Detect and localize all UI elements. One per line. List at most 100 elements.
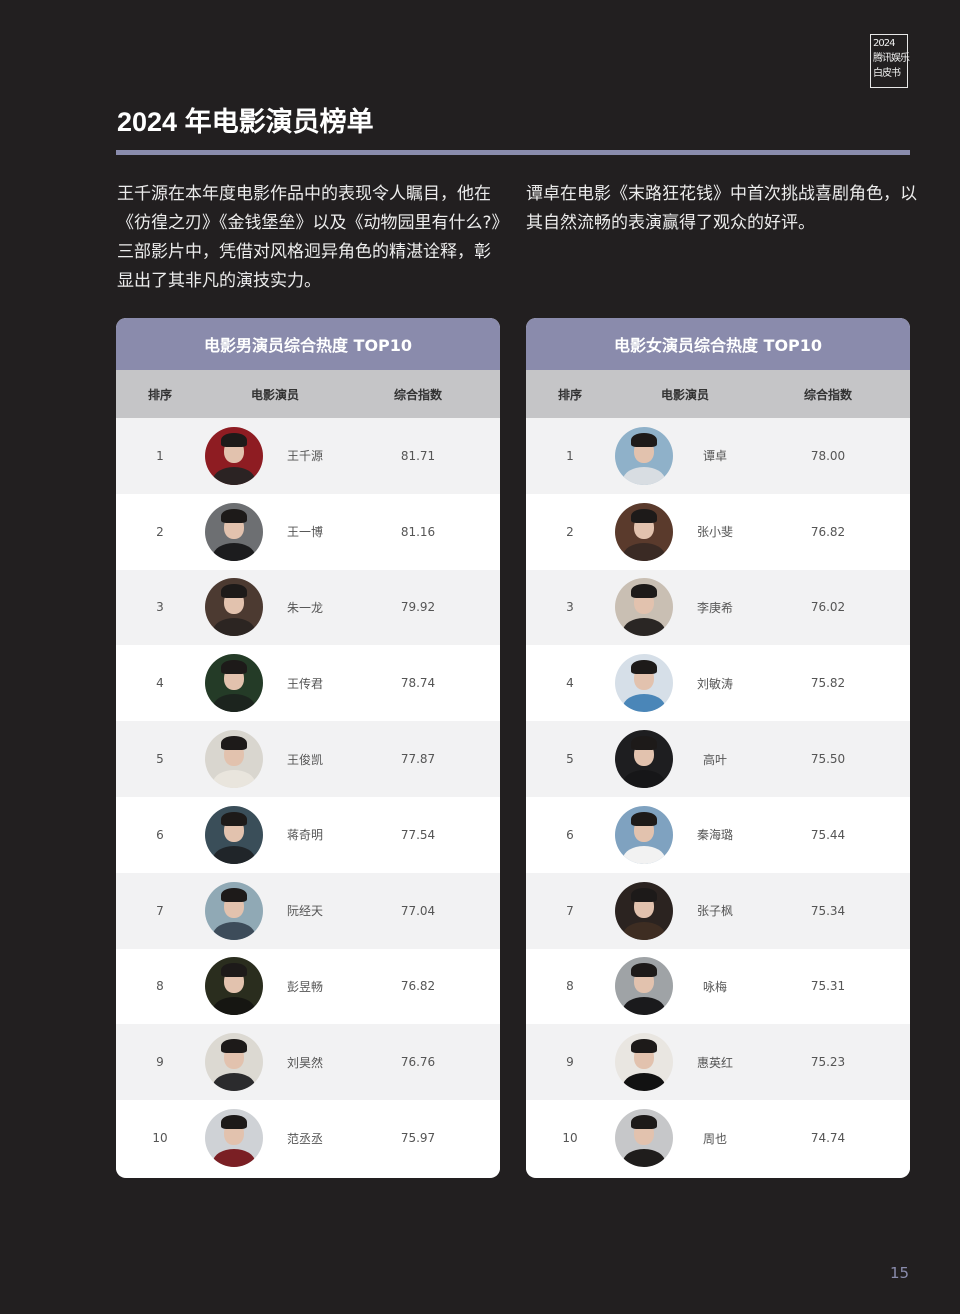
actor-name: 刘昊然	[286, 1055, 323, 1070]
female-ranking-table: 电影女演员综合热度 TOP10 排序 电影演员 综合指数 1 谭卓 78.00 2 张小…	[526, 318, 910, 1178]
avatar	[615, 426, 673, 485]
actor-name: 高叶	[702, 752, 727, 767]
actor-name: 彭昱畅	[286, 979, 323, 994]
rank-cell: 7	[156, 903, 164, 918]
actor-name: 蒋奇明	[286, 828, 323, 843]
score-cell: 75.31	[810, 979, 846, 994]
avatar	[615, 1109, 673, 1168]
table-row: 8 彭昱畅 76.82	[116, 948, 500, 1025]
score-cell: 78.74	[400, 676, 436, 691]
avatar	[205, 654, 263, 713]
rank-cell: 8	[156, 979, 164, 994]
rank-cell: 9	[156, 1055, 164, 1070]
avatar	[205, 1033, 263, 1092]
actor-name: 秦海璐	[696, 828, 733, 843]
avatar	[205, 881, 263, 940]
avatar	[615, 730, 673, 789]
rank-cell: 5	[156, 752, 164, 767]
logo-doc: 白皮书	[873, 68, 901, 79]
actor-name: 王传君	[286, 676, 323, 691]
avatar	[615, 654, 673, 713]
score-cell: 77.54	[400, 827, 436, 842]
score-cell: 81.16	[400, 524, 436, 539]
score-cell: 75.44	[810, 827, 846, 842]
table-row: 6 秦海璐 75.44	[526, 796, 910, 873]
rank-cell: 2	[156, 524, 164, 539]
column-rank: 排序	[557, 387, 582, 402]
table-row: 10 周也 74.74	[526, 1100, 910, 1176]
table-row: 2 张小斐 76.82	[526, 493, 910, 570]
table-row: 8 咏梅 75.31	[526, 948, 910, 1025]
score-cell: 76.76	[400, 1055, 436, 1070]
page-title: 2024 年电影演员榜单	[117, 107, 374, 137]
avatar	[205, 957, 263, 1016]
avatar	[205, 426, 263, 485]
avatar	[615, 957, 673, 1016]
actor-name: 阮经天	[286, 904, 323, 919]
title-divider	[116, 150, 910, 155]
intro-male-text: 王千源在本年度电影作品中的表现令人瞩目，他在《彷徨之刃》《金钱堡垒》以及《动物园…	[117, 184, 501, 291]
female-table-title: 电影女演员综合热度 TOP10	[526, 318, 910, 370]
avatar	[615, 805, 673, 864]
avatar	[205, 730, 263, 789]
logo-brand: 腾讯娱乐	[873, 53, 910, 64]
female-table-body: 1 谭卓 78.00 2 张小斐 76.82 3 李庚希 76.02 4 刘敏涛 75.82 5 高叶 75…	[526, 418, 910, 1176]
avatar	[205, 1109, 263, 1168]
table-row: 1 谭卓 78.00	[526, 418, 910, 494]
rank-cell: 2	[566, 524, 574, 539]
rank-cell: 1	[156, 448, 164, 463]
actor-name: 李庚希	[696, 600, 733, 615]
table-row: 3 李庚希 76.02	[526, 569, 910, 646]
table-row: 6 蒋奇明 77.54	[116, 796, 500, 873]
actor-name: 咏梅	[702, 979, 727, 994]
score-cell: 76.02	[810, 600, 846, 615]
page-number: 15	[890, 1264, 910, 1282]
rank-cell: 4	[566, 676, 574, 691]
score-cell: 77.04	[400, 903, 436, 918]
score-cell: 81.71	[400, 448, 436, 463]
column-actor: 电影演员	[660, 387, 709, 402]
table-row: 7 张子枫 75.34	[526, 872, 910, 949]
score-cell: 75.97	[400, 1131, 436, 1146]
avatar	[205, 805, 263, 864]
score-cell: 75.23	[810, 1055, 846, 1070]
actor-name: 王千源	[286, 449, 323, 464]
score-cell: 75.82	[810, 676, 846, 691]
rank-cell: 5	[566, 752, 574, 767]
column-score: 综合指数	[393, 387, 442, 402]
male-table-body: 1 王千源 81.71 2 王一博 81.16 3 朱一龙 79.92 4 王传君 78.74 5 王俊凯…	[116, 418, 500, 1176]
score-cell: 78.00	[810, 448, 846, 463]
score-cell: 76.82	[810, 524, 846, 539]
score-cell: 79.92	[400, 600, 436, 615]
table-row: 5 高叶 75.50	[526, 721, 910, 797]
avatar	[205, 502, 263, 561]
score-cell: 74.74	[810, 1131, 846, 1146]
actor-name: 朱一龙	[286, 600, 323, 615]
actor-name: 谭卓	[702, 449, 727, 464]
actor-name: 惠英红	[696, 1055, 733, 1070]
column-score: 综合指数	[803, 387, 852, 402]
female-table-header: 排序 电影演员 综合指数	[526, 370, 910, 418]
actor-name: 张小斐	[696, 525, 733, 540]
table-row: 2 王一博 81.16	[116, 493, 500, 570]
score-cell: 75.34	[810, 903, 846, 918]
avatar	[615, 1033, 673, 1092]
rank-cell: 3	[156, 600, 164, 615]
table-row: 4 刘敏涛 75.82	[526, 645, 910, 722]
whitepaper-logo: 2024 腾讯娱乐 白皮书	[870, 34, 910, 88]
rank-cell: 4	[156, 676, 164, 691]
rank-cell: 9	[566, 1055, 574, 1070]
score-cell: 76.82	[400, 979, 436, 994]
rank-cell: 1	[566, 448, 574, 463]
rank-cell: 7	[566, 903, 574, 918]
male-table-header: 排序 电影演员 综合指数	[116, 370, 500, 418]
table-row: 9 刘昊然 76.76	[116, 1024, 500, 1101]
rank-cell: 8	[566, 979, 574, 994]
actor-name: 王俊凯	[286, 752, 323, 767]
table-row: 7 阮经天 77.04	[116, 872, 500, 949]
column-rank: 排序	[147, 387, 172, 402]
rank-cell: 3	[566, 600, 574, 615]
actor-name: 张子枫	[696, 904, 733, 919]
table-row: 1 王千源 81.71	[116, 418, 500, 494]
table-row: 5 王俊凯 77.87	[116, 721, 500, 797]
